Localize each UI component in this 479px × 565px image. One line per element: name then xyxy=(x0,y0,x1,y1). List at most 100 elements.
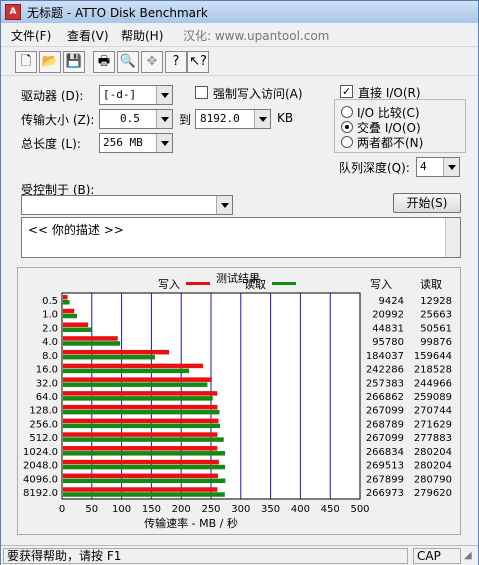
write-bar xyxy=(63,363,204,369)
read-bar xyxy=(63,327,92,332)
start-button[interactable]: 开始(S) xyxy=(393,193,461,213)
chevron-down-icon[interactable] xyxy=(443,158,459,176)
write-bar xyxy=(63,308,75,314)
x-tick-label: 400 xyxy=(291,504,310,515)
move-icon[interactable]: ✥ xyxy=(141,51,163,73)
menu-file[interactable]: 文件(F) xyxy=(11,27,51,44)
print-icon[interactable]: 🖶 xyxy=(93,51,115,73)
help-icon[interactable]: ? xyxy=(165,51,187,73)
write-bar xyxy=(63,349,170,355)
context-help-icon[interactable]: ↖? xyxy=(187,51,209,73)
read-bar xyxy=(63,409,220,415)
chevron-down-icon[interactable] xyxy=(156,86,172,104)
status-caps-indicator: CAP xyxy=(413,548,461,564)
legend-read-swatch xyxy=(272,282,296,285)
print-preview-icon[interactable]: 🔍 xyxy=(117,51,139,73)
read-value: 279620 xyxy=(414,488,452,499)
title-bar[interactable]: A 无标题 - ATTO Disk Benchmark xyxy=(1,1,478,23)
read-value: 159644 xyxy=(414,351,452,362)
menu-translator-credit[interactable]: 汉化: www.upantool.com xyxy=(183,27,329,44)
menu-view[interactable]: 查看(V) xyxy=(67,27,109,44)
write-bar xyxy=(63,322,89,327)
description-textarea[interactable]: << 你的描述 >> xyxy=(21,217,461,258)
write-bar xyxy=(63,295,68,300)
write-bar xyxy=(63,418,219,424)
write-value: 242286 xyxy=(366,365,404,376)
write-bar xyxy=(63,432,218,437)
write-bar xyxy=(63,459,219,465)
read-value: 50561 xyxy=(420,323,452,334)
results-chart: 测试结果写入 读取 写入 读取0 50 100 150 200 250 300 350 400 450 5… xyxy=(23,272,452,530)
transfer-from-value: 0.5 xyxy=(120,112,140,125)
resize-grip-icon[interactable]: ◢ xyxy=(464,550,476,562)
transfer-size-label: 传输大小 (Z): xyxy=(21,113,95,127)
y-tick-label: 32.0 xyxy=(36,378,58,389)
description-scrollbar[interactable] xyxy=(445,218,460,257)
y-tick-label: 16.0 xyxy=(36,365,58,376)
app-icon: A xyxy=(5,4,21,20)
x-tick-label: 350 xyxy=(261,504,280,515)
x-axis-title: 传输速率 - MB / 秒 xyxy=(144,516,238,530)
transfer-to-label: 到 xyxy=(179,113,192,127)
legend-read-label: 读取 xyxy=(244,277,266,291)
write-value: 44831 xyxy=(372,323,404,334)
new-file-icon[interactable]: 🗋 xyxy=(15,51,37,73)
queue-depth-value: 4 xyxy=(420,160,427,173)
read-value: 12928 xyxy=(420,296,452,307)
force-write-label[interactable]: 强制写入访问(A) xyxy=(213,85,303,102)
y-tick-label: 256.0 xyxy=(29,419,58,430)
chevron-down-icon[interactable] xyxy=(216,196,232,214)
write-value: 268789 xyxy=(366,419,404,430)
queue-depth-select[interactable]: 4 xyxy=(416,157,460,177)
menu-help[interactable]: 帮助(H) xyxy=(121,27,163,44)
drive-select-value: [-d-] xyxy=(103,88,137,101)
chevron-down-icon[interactable] xyxy=(254,110,270,128)
y-tick-label: 2048.0 xyxy=(23,461,58,472)
x-tick-label: 100 xyxy=(112,504,131,515)
transfer-from-select[interactable]: 0.5 xyxy=(99,109,173,129)
write-value: 269513 xyxy=(366,461,404,472)
read-value: 218528 xyxy=(414,365,452,376)
transfer-unit: KB xyxy=(277,111,294,125)
read-bar xyxy=(63,396,213,401)
transfer-to-select[interactable]: 8192.0 xyxy=(195,109,271,129)
total-length-label: 总长度 (L): xyxy=(21,137,81,151)
y-tick-label: 64.0 xyxy=(36,392,58,403)
overlapped-io-radio[interactable] xyxy=(341,121,353,133)
legend-write-label: 写入 xyxy=(158,278,180,291)
direct-io-checkbox[interactable]: ✓ xyxy=(340,85,353,98)
drive-label: 驱动器 (D): xyxy=(21,89,84,103)
write-bar xyxy=(63,391,218,396)
window-title: 无标题 - ATTO Disk Benchmark xyxy=(27,6,208,20)
controlled-by-select[interactable] xyxy=(21,195,233,215)
y-tick-label: 2.0 xyxy=(42,323,58,334)
y-tick-label: 4.0 xyxy=(42,337,58,348)
neither-radio[interactable] xyxy=(341,136,353,148)
y-tick-label: 4096.0 xyxy=(23,474,58,485)
write-bar xyxy=(63,487,218,492)
read-value: 259089 xyxy=(414,392,452,403)
y-tick-label: 1024.0 xyxy=(23,447,58,458)
drive-select[interactable]: [-d-] xyxy=(99,85,173,105)
x-tick-label: 450 xyxy=(321,504,340,515)
read-column-header: 读取 xyxy=(420,277,442,291)
chevron-down-icon[interactable] xyxy=(156,110,172,128)
write-value: 9424 xyxy=(379,296,404,307)
chevron-down-icon[interactable] xyxy=(156,134,172,152)
write-value: 184037 xyxy=(366,351,404,362)
y-tick-label: 512.0 xyxy=(29,433,58,444)
write-value: 266973 xyxy=(366,488,404,499)
force-write-checkbox[interactable] xyxy=(195,86,208,99)
save-icon[interactable]: 💾 xyxy=(63,51,85,73)
read-bar xyxy=(63,341,121,346)
total-length-select[interactable]: 256 MB xyxy=(99,133,173,153)
read-value: 25663 xyxy=(420,310,452,321)
io-compare-radio[interactable] xyxy=(341,106,353,118)
y-tick-label: 8.0 xyxy=(42,351,58,362)
main-window: A 无标题 - ATTO Disk Benchmark 文件(F) 查看(V) … xyxy=(0,0,479,565)
write-bar xyxy=(63,473,218,479)
neither-label[interactable]: 两者都不(N) xyxy=(357,134,423,151)
open-folder-icon[interactable]: 📂 xyxy=(39,51,61,73)
y-tick-label: 128.0 xyxy=(29,406,58,417)
read-value: 280790 xyxy=(414,474,452,485)
